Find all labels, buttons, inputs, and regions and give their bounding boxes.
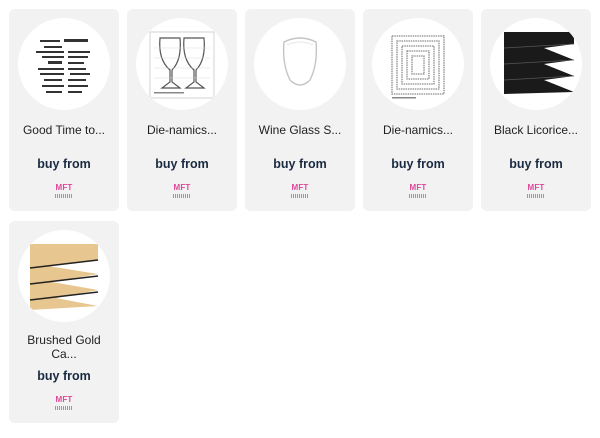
brand-logo-barcode (173, 194, 191, 198)
stamp-set-image (36, 39, 90, 93)
nested-rectangles-image (391, 35, 445, 99)
gold-cardstock-image (29, 244, 99, 310)
product-image-gold-cardstock[interactable] (18, 230, 110, 322)
mft-logo[interactable]: MFT (53, 395, 75, 413)
product-title[interactable]: Brushed Gold Ca... (13, 333, 115, 361)
brand-logo-barcode (291, 194, 309, 198)
product-image-wine-glass-die[interactable] (136, 18, 228, 110)
brand-logo-text: MFT (291, 183, 309, 192)
brand-logo-text: MFT (409, 183, 427, 192)
product-card[interactable]: Die-namics... buy from MFT (127, 9, 237, 211)
mft-logo[interactable]: MFT (407, 183, 429, 201)
mft-logo[interactable]: MFT (289, 183, 311, 201)
buy-from-link[interactable]: buy from (245, 157, 355, 171)
buy-from-link[interactable]: buy from (363, 157, 473, 171)
buy-from-link[interactable]: buy from (127, 157, 237, 171)
mft-logo[interactable]: MFT (53, 183, 75, 201)
product-image-stamp-set[interactable] (18, 18, 110, 110)
shaker-window-image (282, 37, 318, 86)
product-title[interactable]: Die-namics... (367, 123, 469, 137)
buy-from-link[interactable]: buy from (9, 157, 119, 171)
brand-logo-text: MFT (527, 183, 545, 192)
product-title[interactable]: Wine Glass S... (249, 123, 351, 137)
product-card[interactable]: Wine Glass S... buy from MFT (245, 9, 355, 211)
wine-glass-die-image (149, 31, 215, 99)
brand-logo-barcode (409, 194, 427, 198)
brand-logo-text: MFT (55, 183, 73, 192)
product-image-black-cardstock[interactable] (490, 18, 582, 110)
product-title[interactable]: Die-namics... (131, 123, 233, 137)
product-card[interactable]: Brushed Gold Ca... buy from MFT (9, 221, 119, 423)
buy-from-link[interactable]: buy from (9, 369, 119, 383)
black-cardstock-image (503, 32, 575, 94)
product-card[interactable]: Die-namics... buy from MFT (363, 9, 473, 211)
product-image-nested-dies[interactable] (372, 18, 464, 110)
product-title[interactable]: Good Time to... (13, 123, 115, 137)
product-card[interactable]: Good Time to... buy from MFT (9, 9, 119, 211)
buy-from-link[interactable]: buy from (481, 157, 591, 171)
mft-logo[interactable]: MFT (171, 183, 193, 201)
brand-logo-text: MFT (173, 183, 191, 192)
product-title[interactable]: Black Licorice... (485, 123, 587, 137)
brand-logo-text: MFT (55, 395, 73, 404)
brand-logo-barcode (527, 194, 545, 198)
brand-logo-barcode (55, 194, 73, 198)
mft-logo[interactable]: MFT (525, 183, 547, 201)
product-card[interactable]: Black Licorice... buy from MFT (481, 9, 591, 211)
product-image-wine-glass-shaker[interactable] (254, 18, 346, 110)
brand-logo-barcode (55, 406, 73, 410)
